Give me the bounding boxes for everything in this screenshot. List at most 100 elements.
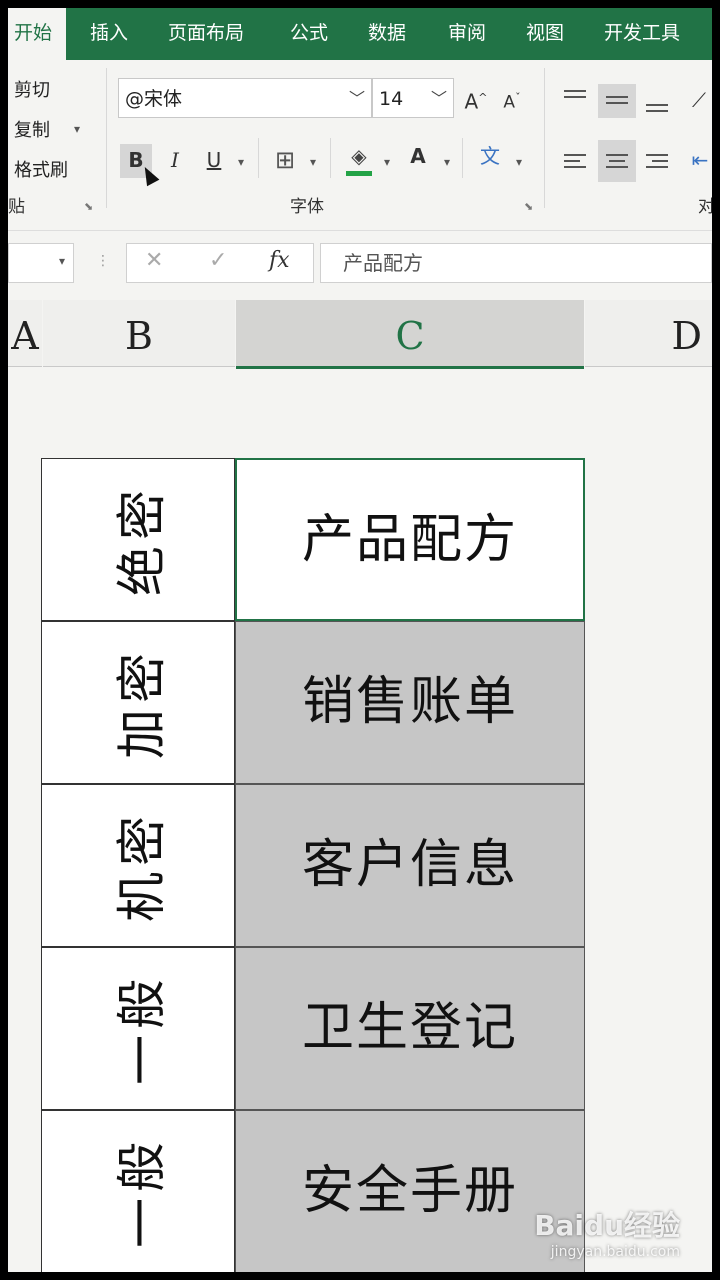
align-line xyxy=(652,160,668,162)
align-line xyxy=(564,154,586,156)
align-line xyxy=(564,96,586,98)
font-color-button[interactable]: A xyxy=(404,140,432,174)
item-cell[interactable]: 卫生登记 xyxy=(235,947,585,1110)
borders-button[interactable]: ⊞ xyxy=(270,144,300,178)
align-left-button[interactable] xyxy=(560,144,590,178)
align-bottom-button[interactable] xyxy=(642,84,672,118)
font-color-icon: A xyxy=(410,144,426,168)
tab-view[interactable]: 视图 xyxy=(526,8,564,60)
font-color-dropdown-icon[interactable]: ▾ xyxy=(440,146,454,180)
align-line xyxy=(646,154,668,156)
align-center-button[interactable] xyxy=(598,140,636,182)
align-line xyxy=(609,160,625,162)
font-group-label: 字体 xyxy=(290,197,324,217)
divider xyxy=(330,138,331,178)
phonetic-dropdown-icon[interactable]: ▾ xyxy=(512,146,526,180)
column-header-b[interactable]: B xyxy=(43,300,235,367)
fill-color-button[interactable]: ◈ xyxy=(342,140,376,176)
align-line xyxy=(646,104,668,106)
cancel-icon[interactable]: ✕ xyxy=(145,248,163,273)
decrease-indent-button[interactable]: ⇤ xyxy=(688,144,712,178)
align-line xyxy=(646,110,668,112)
chevron-down-icon: ﹀ xyxy=(348,89,365,108)
column-letter: B xyxy=(125,314,153,358)
copy-button[interactable]: 复制 xyxy=(14,116,50,142)
level-cell[interactable]: 加密 xyxy=(41,621,235,784)
group-divider xyxy=(544,68,545,208)
font-family-value: @宋体 xyxy=(125,88,183,110)
align-right-button[interactable] xyxy=(642,144,672,178)
indent-icon: ⇤ xyxy=(691,148,709,172)
watermark-url: jingyan.baidu.com xyxy=(550,1244,680,1260)
level-cell[interactable]: 一般 xyxy=(41,947,235,1110)
font-size-select[interactable]: 14 ﹀ xyxy=(372,78,454,118)
table-row: 绝密 产品配方 xyxy=(41,458,585,621)
item-cell[interactable]: 产品配方 xyxy=(235,458,585,621)
align-line xyxy=(606,166,628,168)
level-text: 一般 xyxy=(113,1135,171,1248)
column-header-a[interactable]: A xyxy=(8,300,42,367)
fill-color-dropdown-icon[interactable]: ▾ xyxy=(380,146,394,180)
ribbon-home: 剪切 复制 ▾ 格式刷 贴 ⬊ @宋体 ﹀ 14 ﹀ A^ Aˇ B I U ▾… xyxy=(8,60,712,220)
align-line xyxy=(606,102,628,104)
level-text: 加密 xyxy=(113,646,171,759)
table-row: 一般 安全手册 xyxy=(41,1110,585,1272)
baidu-watermark: Baidu经验 jingyan.baidu.com xyxy=(534,1204,680,1260)
tab-home[interactable]: 开始 xyxy=(8,8,67,60)
table-row: 一般 卫生登记 xyxy=(41,947,585,1110)
formula-input[interactable]: 产品配方 xyxy=(320,243,712,283)
font-size-value: 14 xyxy=(379,88,404,110)
tab-formulas[interactable]: 公式 xyxy=(290,8,328,60)
increase-font-size-button[interactable]: A^ xyxy=(462,82,490,116)
italic-button[interactable]: I xyxy=(160,144,190,178)
font-launcher-icon[interactable]: ⬊ xyxy=(524,200,533,213)
divider xyxy=(462,138,463,178)
font-family-select[interactable]: @宋体 ﹀ xyxy=(118,78,372,118)
align-line xyxy=(606,154,628,156)
formula-bar: ▾ ⋮ ✕ ✓ fx 产品配方 xyxy=(8,230,712,293)
alignment-group-label: 对 xyxy=(698,197,712,217)
level-cell[interactable]: 一般 xyxy=(41,1110,235,1272)
item-cell[interactable]: 客户信息 xyxy=(235,784,585,947)
borders-dropdown-icon[interactable]: ▾ xyxy=(306,146,320,180)
align-middle-button[interactable] xyxy=(598,84,636,118)
item-cell[interactable]: 销售账单 xyxy=(235,621,585,784)
insert-function-icon[interactable]: fx xyxy=(269,248,290,273)
enter-icon[interactable]: ✓ xyxy=(209,248,227,273)
tab-developer[interactable]: 开发工具 xyxy=(604,8,680,60)
format-painter-button[interactable]: 格式刷 xyxy=(14,156,68,182)
underline-button[interactable]: U xyxy=(200,144,228,178)
orientation-button[interactable]: ⟋ xyxy=(686,84,712,118)
tab-page-layout[interactable]: 页面布局 xyxy=(168,8,244,60)
align-line xyxy=(646,166,668,168)
copy-dropdown-icon[interactable]: ▾ xyxy=(74,122,80,136)
formula-buttons: ✕ ✓ fx xyxy=(126,243,314,283)
divider xyxy=(258,138,259,178)
ribbon-tab-bar: 开始 插入 页面布局 公式 数据 审阅 视图 开发工具 xyxy=(8,8,712,60)
clipboard-launcher-icon[interactable]: ⬊ xyxy=(84,200,93,213)
column-header-c[interactable]: C xyxy=(236,300,584,369)
column-letter: C xyxy=(395,314,425,358)
column-header-d[interactable]: D xyxy=(585,300,712,367)
decrease-font-size-button[interactable]: Aˇ xyxy=(498,82,526,116)
tab-data[interactable]: 数据 xyxy=(368,8,406,60)
drag-handle-icon[interactable]: ⋮ xyxy=(96,253,110,269)
phonetic-guide-button[interactable]: 文 xyxy=(474,140,506,174)
tab-review[interactable]: 审阅 xyxy=(448,8,486,60)
paint-bucket-icon: ◈ xyxy=(351,144,367,168)
level-cell[interactable]: 机密 xyxy=(41,784,235,947)
align-top-button[interactable] xyxy=(560,84,590,118)
borders-icon: ⊞ xyxy=(274,146,296,174)
tab-insert[interactable]: 插入 xyxy=(90,8,128,60)
cut-button[interactable]: 剪切 xyxy=(14,76,50,102)
watermark-brand: Baidu经验 xyxy=(534,1209,680,1242)
group-divider xyxy=(106,68,107,208)
shrink-font-icon: A xyxy=(503,92,516,113)
item-cell[interactable]: 安全手册 xyxy=(235,1110,585,1272)
app-frame: 开始 插入 页面布局 公式 数据 审阅 视图 开发工具 剪切 复制 ▾ 格式刷 … xyxy=(8,8,712,1272)
underline-dropdown-icon[interactable]: ▾ xyxy=(234,146,248,180)
name-box[interactable]: ▾ xyxy=(8,243,74,283)
fill-color-swatch xyxy=(346,171,372,176)
clipboard-group-label: 贴 xyxy=(8,197,25,217)
level-cell[interactable]: 绝密 xyxy=(41,458,235,621)
